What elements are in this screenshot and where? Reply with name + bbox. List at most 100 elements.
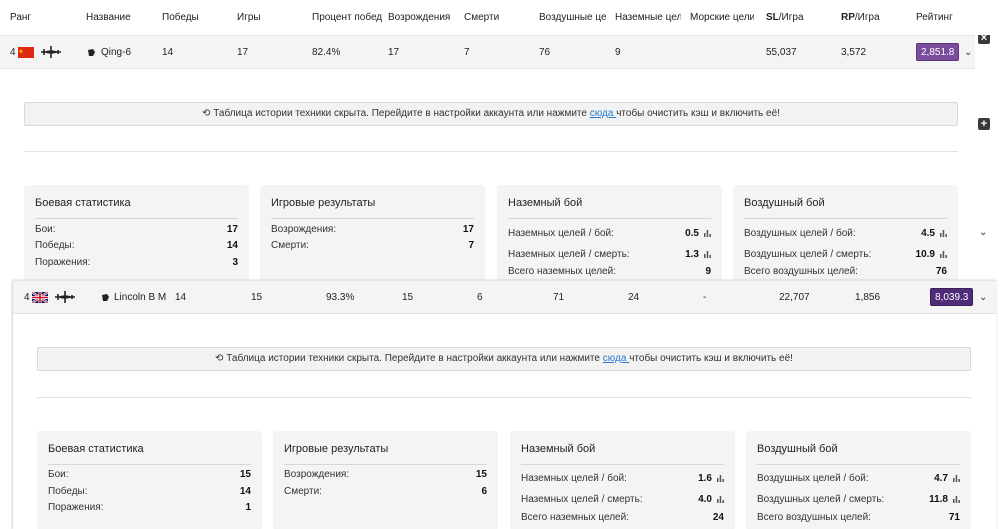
bar-chart-icon[interactable]	[717, 495, 724, 503]
stat-label: Возрождения:	[271, 224, 337, 235]
col-air-targets[interactable]: Воздушные цели	[539, 12, 606, 23]
stat-label: Смерти:	[284, 486, 322, 497]
stat-value: 14	[239, 486, 251, 497]
clear-cache-link[interactable]: сюда	[603, 353, 629, 364]
stat-row: Всего наземных целей: 24	[521, 512, 724, 523]
stat-row: Воздушных целей / бой: 4.7	[757, 473, 960, 484]
stat-value: 10.9	[915, 249, 935, 260]
game-results-card: Игровые результаты Возрождения: 17 Смерти…	[260, 185, 485, 285]
col-games[interactable]: Игры	[237, 12, 261, 23]
card-title: Наземный бой	[521, 443, 596, 455]
col-rp-per-game[interactable]: RP/Игра	[841, 12, 880, 23]
stat-value: 4.0	[698, 494, 712, 505]
stat-label: Воздушных целей / бой:	[744, 228, 856, 239]
vehicle-games: 15	[251, 292, 263, 303]
card-divider	[508, 218, 711, 219]
sl-label: SL	[766, 12, 779, 23]
stat-value: 3	[232, 257, 238, 268]
col-win-rate[interactable]: Процент побед	[312, 12, 382, 23]
stat-value: 76	[935, 266, 947, 277]
bar-chart-icon[interactable]	[953, 495, 960, 503]
stat-row: Всего наземных целей: 9	[508, 266, 711, 277]
card-title: Игровые результаты	[284, 443, 389, 455]
bar-chart-icon[interactable]	[704, 229, 711, 237]
vehicle-panel-qing6: 4 Qing-6 14 17 82.4% 17 7 76 9 55,037 3,…	[0, 35, 975, 285]
bar-chart-icon[interactable]	[940, 250, 947, 258]
bar-chart-icon[interactable]	[717, 474, 724, 482]
stat-row: Воздушных целей / смерть: 11.8	[757, 494, 960, 505]
stat-row: Наземных целей / бой: 1.6	[521, 473, 724, 484]
card-title: Боевая статистика	[48, 443, 144, 455]
table-header: Ранг Название Победы Игры Процент побед …	[0, 0, 1000, 35]
history-hidden-notice: ⟲ Таблица истории техники скрыта. Перейд…	[24, 102, 958, 126]
chevron-down-icon[interactable]: ⌄	[964, 47, 972, 58]
card-divider	[35, 218, 238, 219]
clear-cache-link[interactable]: сюда	[590, 108, 616, 119]
stat-row: Бои: 17	[35, 224, 238, 235]
vehicle-air-targets: 71	[553, 292, 565, 303]
card-title: Боевая статистика	[35, 197, 131, 209]
add-icon[interactable]: +	[978, 118, 990, 130]
aircraft-icon	[41, 46, 61, 58]
vehicle-rp: 3,572	[841, 47, 867, 58]
air-combat-card: Воздушный бой Воздушных целей / бой: 4.7 …	[746, 431, 971, 529]
card-title: Воздушный бой	[757, 443, 838, 455]
vehicle-name[interactable]: Qing-6	[101, 47, 131, 58]
stat-row: Наземных целей / бой: 0.5	[508, 228, 711, 239]
col-rank[interactable]: Ранг	[10, 12, 31, 23]
stat-value: 15	[475, 469, 487, 480]
col-respawns[interactable]: Возрождения	[388, 12, 450, 23]
card-divider	[757, 464, 960, 465]
sl-suffix: /Игра	[778, 12, 804, 23]
stat-value: 17	[462, 224, 474, 235]
card-divider	[744, 218, 947, 219]
card-title: Наземный бой	[508, 197, 583, 209]
game-results-card: Игровые результаты Возрождения: 15 Смерти…	[273, 431, 498, 529]
air-combat-card: Воздушный бой Воздушных целей / бой: 4.5 …	[733, 185, 958, 285]
rp-suffix: /Игра	[854, 12, 880, 23]
col-ground-targets[interactable]: Наземные цели	[615, 12, 681, 23]
vehicle-ground-targets: 24	[628, 292, 640, 303]
vehicle-row[interactable]: 4 Lincoln B M 14 15 93.3% 15 6 71 24 - 2…	[13, 280, 996, 314]
vehicle-type-icon	[88, 49, 95, 56]
stat-row: Воздушных целей / бой: 4.5	[744, 228, 947, 239]
battle-stats-card: Боевая статистика Бои: 17 Победы: 14 Пораж…	[24, 185, 249, 285]
vehicle-ground-targets: 9	[615, 47, 621, 58]
vehicle-name[interactable]: Lincoln B M	[114, 292, 166, 303]
history-icon: ⟲	[215, 353, 224, 364]
stat-label: Поражения:	[35, 257, 91, 268]
vehicle-respawns: 17	[388, 47, 400, 58]
col-name[interactable]: Название	[86, 12, 131, 23]
stat-value: 15	[239, 469, 251, 480]
bar-chart-icon[interactable]	[704, 250, 711, 258]
stat-value: 6	[481, 486, 487, 497]
vehicle-row[interactable]: 4 Qing-6 14 17 82.4% 17 7 76 9 55,037 3,…	[0, 35, 975, 69]
card-divider	[284, 464, 487, 465]
vehicle-naval-targets: -	[703, 292, 707, 303]
stat-value: 9	[705, 266, 711, 277]
notice-text-end: чтобы очистить кэш и включить её!	[629, 353, 793, 364]
col-rating[interactable]: Рейтинг	[916, 12, 953, 23]
aircraft-icon	[55, 291, 75, 303]
stat-label: Наземных целей / смерть:	[508, 249, 630, 260]
card-divider	[48, 464, 251, 465]
vehicle-games: 17	[237, 47, 249, 58]
stat-row: Возрождения: 15	[284, 469, 487, 480]
ground-combat-card: Наземный бой Наземных целей / бой: 0.5 На…	[497, 185, 722, 285]
stat-label: Победы:	[35, 240, 75, 251]
col-deaths[interactable]: Смерти	[464, 12, 499, 23]
chevron-down-icon[interactable]: ⌄	[979, 292, 987, 303]
bar-chart-icon[interactable]	[953, 474, 960, 482]
col-sl-per-game[interactable]: SL/Игра	[766, 12, 804, 23]
col-wins[interactable]: Победы	[162, 12, 199, 23]
stat-row: Смерти: 6	[284, 486, 487, 497]
notice-text-end: чтобы очистить кэш и включить её!	[616, 108, 780, 119]
vehicle-deaths: 7	[464, 47, 470, 58]
stat-label: Всего наземных целей:	[508, 266, 616, 277]
bar-chart-icon[interactable]	[940, 229, 947, 237]
stat-row: Победы: 14	[35, 240, 238, 251]
notice-text: Таблица истории техники скрыта. Перейдит…	[213, 108, 590, 119]
col-naval-targets[interactable]: Морские цели	[690, 12, 754, 23]
stat-row: Наземных целей / смерть: 4.0	[521, 494, 724, 505]
chevron-down-icon[interactable]: ⌄	[979, 227, 987, 238]
